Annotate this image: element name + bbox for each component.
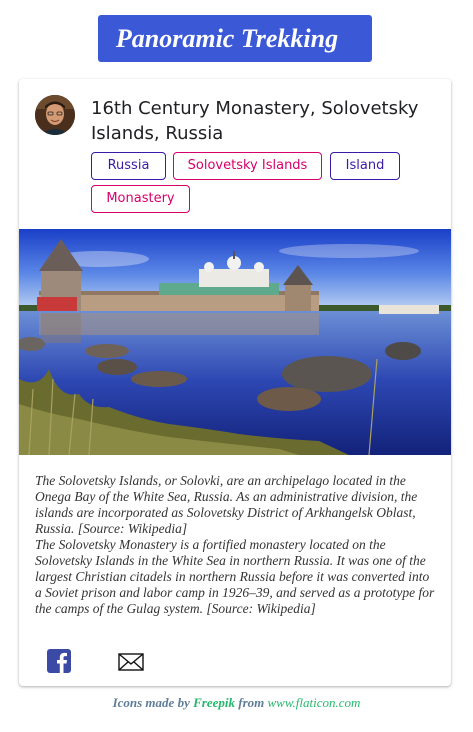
facebook-icon[interactable] <box>47 649 71 673</box>
tag-monastery[interactable]: Monastery <box>91 185 190 213</box>
flaticon-link[interactable]: www.flaticon.com <box>267 695 360 710</box>
author-avatar[interactable] <box>35 95 75 135</box>
description-paragraph: The Solovetsky Islands, or Solovki, are … <box>35 473 418 536</box>
freepik-link[interactable]: Freepik <box>193 695 235 710</box>
credits-middle: from <box>238 695 265 710</box>
tag-russia[interactable]: Russia <box>91 152 166 180</box>
post-description: The Solovetsky Islands, or Solovki, are … <box>35 473 437 617</box>
icon-credits: Icons made by Freepik from www.flaticon.… <box>0 695 473 711</box>
site-logo-banner[interactable]: Panoramic Trekking <box>98 15 372 62</box>
tag-island[interactable]: Island <box>330 152 400 180</box>
person-avatar-icon <box>35 95 75 135</box>
post-title: 16th Century Monastery, Solovetsky Islan… <box>91 98 419 144</box>
credits-prefix: Icons made by <box>112 695 190 710</box>
description-paragraph: The Solovetsky Monastery is a fortified … <box>35 537 435 616</box>
envelope-icon[interactable] <box>118 653 144 671</box>
tag-solovetsky-islands[interactable]: Solovetsky Islands <box>173 152 322 180</box>
post-card: 16th Century Monastery, Solovetsky Islan… <box>19 79 451 686</box>
monastery-photo <box>19 229 451 455</box>
